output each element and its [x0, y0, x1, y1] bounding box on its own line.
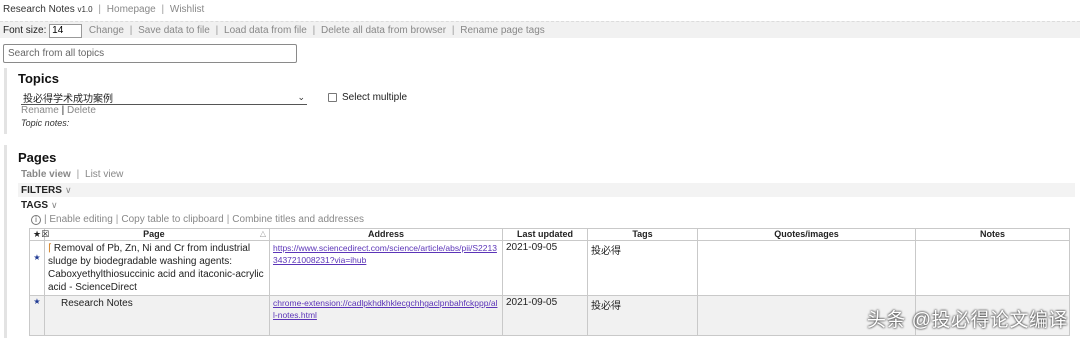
app-title: Research Notes [3, 4, 75, 15]
copy-table-link[interactable]: Copy table to clipboard [121, 214, 223, 225]
column-header-quotes[interactable]: Quotes/images [697, 228, 916, 241]
topic-actions: Rename | Delete [21, 105, 96, 116]
document-icon: ⌈ [48, 243, 52, 254]
topics-section: Topics 投必得学术成功案例 ⌄ Select multiple Renam… [4, 68, 1076, 134]
select-multiple-label: Select multiple [342, 92, 408, 103]
chevron-down-icon: ∨ [64, 185, 72, 195]
column-header-last-updated[interactable]: Last updated [502, 228, 588, 241]
font-size-label: Font size: [3, 25, 47, 36]
font-size-input[interactable] [49, 23, 83, 38]
combine-titles-link[interactable]: Combine titles and addresses [232, 214, 364, 225]
change-button[interactable]: Change [89, 25, 124, 36]
star-icon[interactable]: ★ [29, 240, 45, 296]
filters-toggle[interactable]: FILTERS ∨ [18, 183, 1075, 197]
last-updated-cell: 2021-09-05 [502, 240, 588, 296]
table-view-link[interactable]: Table view [21, 169, 71, 180]
rename-topic-link[interactable]: Rename [21, 105, 59, 116]
star-icon[interactable]: ★ [29, 295, 45, 336]
last-updated-cell: 2021-09-05 [502, 295, 588, 336]
tags-cell[interactable]: 投必得 [587, 240, 698, 296]
address-cell: https://www.sciencedirect.com/science/ar… [269, 240, 503, 296]
watermark: 头条 @投必得论文编译 [866, 310, 1068, 331]
topic-select[interactable]: 投必得学术成功案例 ⌄ [21, 90, 307, 105]
column-header-page[interactable]: Page △ [44, 228, 270, 241]
wishlist-link[interactable]: Wishlist [170, 4, 204, 15]
column-header-star[interactable]: ★☒ [29, 228, 49, 241]
sort-icon[interactable]: △ [260, 229, 266, 238]
address-link[interactable]: https://www.sciencedirect.com/science/ar… [273, 243, 497, 265]
address-cell: chrome-extension://cadlpkhdkhklecgchhgac… [269, 295, 503, 336]
topics-heading: Topics [18, 71, 59, 86]
load-data-button[interactable]: Load data from file [224, 25, 307, 36]
toolbar: Font size: Change | Save data to file | … [0, 21, 1080, 38]
pages-heading: Pages [18, 150, 57, 165]
homepage-link[interactable]: Homepage [107, 4, 156, 15]
search-input[interactable] [3, 44, 297, 63]
select-multiple-checkbox[interactable] [328, 93, 337, 102]
column-header-tags[interactable]: Tags [587, 228, 698, 241]
enable-editing-link[interactable]: Enable editing [49, 214, 112, 225]
chevron-down-icon: ⌄ [297, 91, 305, 102]
select-multiple-option[interactable]: Select multiple [328, 92, 407, 103]
tags-toggle[interactable]: TAGS ∨ [18, 198, 1075, 212]
filters-label: FILTERS [21, 185, 62, 196]
column-header-notes[interactable]: Notes [915, 228, 1070, 241]
column-header-address[interactable]: Address [269, 228, 503, 241]
quotes-cell[interactable] [697, 240, 916, 296]
page-title-cell[interactable]: ⌈ Removal of Pb, Zn, Ni and Cr from indus… [44, 240, 270, 296]
list-view-link[interactable]: List view [85, 169, 123, 180]
tags-label: TAGS [21, 200, 49, 211]
save-data-button[interactable]: Save data to file [138, 25, 210, 36]
rename-page-tags-button[interactable]: Rename page tags [460, 25, 545, 36]
delete-topic-link[interactable]: Delete [67, 105, 96, 116]
table-row: ★ ⌈ Removal of Pb, Zn, Ni and Cr from ind… [29, 240, 1070, 296]
topic-notes-label[interactable]: Topic notes: [21, 118, 69, 128]
app-header: Research Notes v1.0 | Homepage | Wishlis… [3, 4, 205, 15]
notes-cell[interactable] [915, 240, 1070, 296]
app-version: v1.0 [77, 5, 93, 14]
topic-selected-value: 投必得学术成功案例 [23, 93, 113, 105]
chevron-down-icon: ∨ [51, 200, 58, 210]
table-tools: i | Enable editing | Copy table to clipb… [31, 214, 364, 225]
view-switcher: Table view | List view [21, 169, 124, 180]
tags-cell[interactable]: 投必得 [587, 295, 698, 336]
info-icon[interactable]: i [31, 214, 41, 225]
delete-all-data-button[interactable]: Delete all data from browser [321, 25, 446, 36]
page-title-cell[interactable]: Research Notes [44, 295, 270, 336]
table-header-row: ★☒ Page △ Address Last updated Tags Quote… [29, 228, 1070, 241]
address-link[interactable]: chrome-extension://cadlpkhdkhklecgchhgac… [273, 298, 497, 320]
